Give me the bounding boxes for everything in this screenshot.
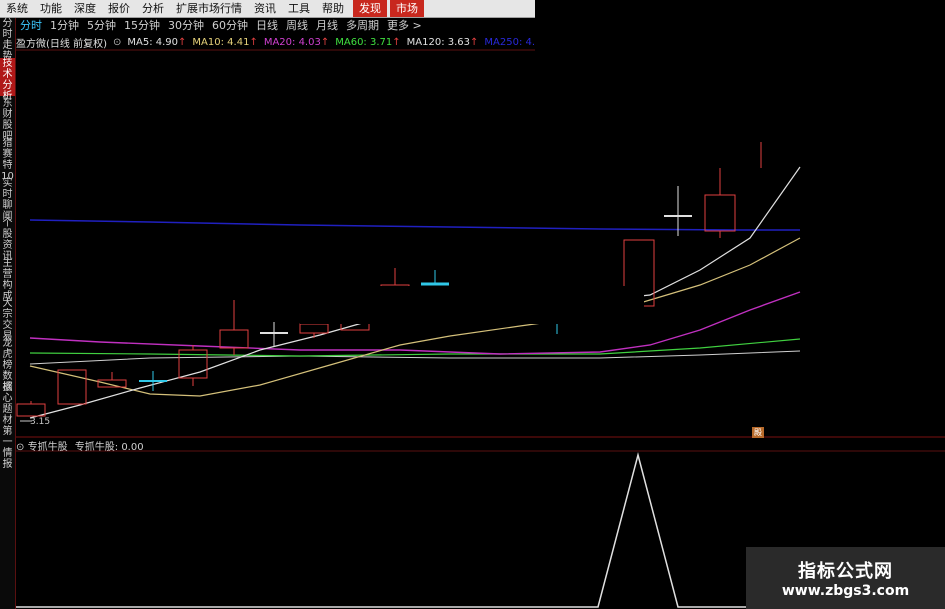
period-tab-1[interactable]: 1分钟 <box>46 18 83 33</box>
low-price-label: 3.15 <box>30 417 51 427</box>
watermark-url: www.zbgs3.com <box>781 583 910 599</box>
ma-label-1: MA10: 4.41↑ <box>192 36 258 48</box>
up-arrow-icon: ↑ <box>178 36 187 48</box>
ma120-line <box>29 350 801 365</box>
menu-bar: 系统 功能 深度 报价 分析 扩展市场行情 资讯 工具 帮助 发现 市场 <box>0 0 535 18</box>
sidebar-tab-3[interactable]: 猎赛特10 <box>0 138 15 182</box>
menu-item-6[interactable]: 资讯 <box>248 0 282 17</box>
ma-header: 盈方微(日线 前复权) ⊙ MA5: 4.90↑ MA10: 4.41↑ MA20:… <box>16 35 562 50</box>
candle-7 <box>260 322 288 346</box>
period-tab-2[interactable]: 5分钟 <box>83 18 120 33</box>
sidebar-tab-8[interactable]: 龙虎榜数据 <box>0 338 15 393</box>
sidebar-tab-5[interactable]: 个股资讯 <box>0 218 15 262</box>
period-tab-4[interactable]: 30分钟 <box>164 18 208 33</box>
sidebar-tab-4[interactable]: 实时聊闻 <box>0 178 15 222</box>
watermark-title: 指标公式网 <box>798 561 893 582</box>
stock-name[interactable]: 盈方微(日线 前复权) <box>16 35 107 50</box>
period-tab-10[interactable]: 更多 > <box>383 18 426 33</box>
redacted-area-top-right <box>535 0 945 140</box>
indicator-header: ⊙ 专抓牛股 专抓牛股: 0.00 <box>16 438 144 453</box>
watermark: 指标公式网 www.zbgs3.com <box>746 547 945 609</box>
menu-item-2[interactable]: 深度 <box>68 0 102 17</box>
candle-6 <box>219 300 249 355</box>
period-tab-3[interactable]: 15分钟 <box>120 18 164 33</box>
ma-label-0: MA5: 4.90↑ <box>127 36 187 48</box>
redacted-area-center <box>300 286 644 324</box>
candle-1 <box>16 401 46 417</box>
ma-label-3: MA60: 3.71↑ <box>335 36 401 48</box>
sidebar: 分时走势 技术分析 东财股吧 猎赛特10 实时聊闻 个股资讯 主营构成 大宗交易 龙虎榜数据 核心… <box>0 18 16 609</box>
candle-15 <box>704 168 736 238</box>
candle-2 <box>57 369 87 405</box>
sidebar-tab-2[interactable]: 东财股吧 <box>0 98 15 142</box>
period-tab-0[interactable]: 分时 <box>16 18 46 33</box>
menu-item-8[interactable]: 帮助 <box>316 0 350 17</box>
period-tab-5[interactable]: 60分钟 <box>208 18 252 33</box>
ma250-line <box>29 219 800 231</box>
period-tab-7[interactable]: 周线 <box>282 18 312 33</box>
period-tab-6[interactable]: 日线 <box>252 18 282 33</box>
sidebar-tab-6[interactable]: 主营构成 <box>0 258 15 302</box>
period-bar: 分时 1分钟 5分钟 15分钟 30分钟 60分钟 日线 周线 月线 多周期 更多 > <box>16 18 426 33</box>
menu-item-5[interactable]: 扩展市场行情 <box>170 0 248 17</box>
sidebar-tab-0[interactable]: 分时走势 <box>0 18 15 62</box>
sidebar-tab-10[interactable]: 第一情报 <box>0 426 15 474</box>
menu-item-7[interactable]: 工具 <box>282 0 316 17</box>
candle-4 <box>139 371 167 391</box>
indicator-value: 专抓牛股: 0.00 <box>74 442 144 453</box>
menu-item-1[interactable]: 功能 <box>34 0 68 17</box>
sidebar-tab-1[interactable]: 技术分析 <box>0 58 15 102</box>
menu-item-3[interactable]: 报价 <box>102 0 136 17</box>
sidebar-tab-7[interactable]: 大宗交易 <box>0 298 15 342</box>
up-arrow-icon: ↑ <box>249 36 258 48</box>
up-arrow-icon: ↑ <box>470 36 479 48</box>
ma-label-2: MA20: 4.03↑ <box>263 36 330 48</box>
indicator-name[interactable]: 专抓牛股 <box>28 442 68 453</box>
ma-list: MA5: 4.90↑ MA10: 4.41↑ MA20: 4.03↑ MA60: 3.… <box>127 37 562 48</box>
candle-8 <box>299 323 329 338</box>
menu-item-0[interactable]: 系统 <box>0 0 34 17</box>
event-marker[interactable]: 殿 <box>752 427 764 438</box>
menu-highlight-0[interactable]: 发现 <box>353 0 387 17</box>
sidebar-tab-9[interactable]: 核心题材 <box>0 382 15 426</box>
up-arrow-icon: ↑ <box>392 36 401 48</box>
candle-11 <box>421 270 449 286</box>
period-tab-8[interactable]: 月线 <box>312 18 342 33</box>
ma60-line <box>29 338 801 357</box>
ma-label-4: MA120: 3.63↑ <box>406 36 479 48</box>
candle-5 <box>178 345 208 386</box>
menu-item-4[interactable]: 分析 <box>136 0 170 17</box>
period-tab-9[interactable]: 多周期 <box>342 18 383 33</box>
up-arrow-icon: ↑ <box>320 36 330 48</box>
candle-3 <box>97 372 127 388</box>
settings-icon[interactable]: ⊙ <box>113 37 121 48</box>
menu-highlight-1[interactable]: 市场 <box>390 0 424 17</box>
indicator-settings-icon[interactable]: ⊙ <box>16 442 24 453</box>
candle-14 <box>664 186 692 236</box>
